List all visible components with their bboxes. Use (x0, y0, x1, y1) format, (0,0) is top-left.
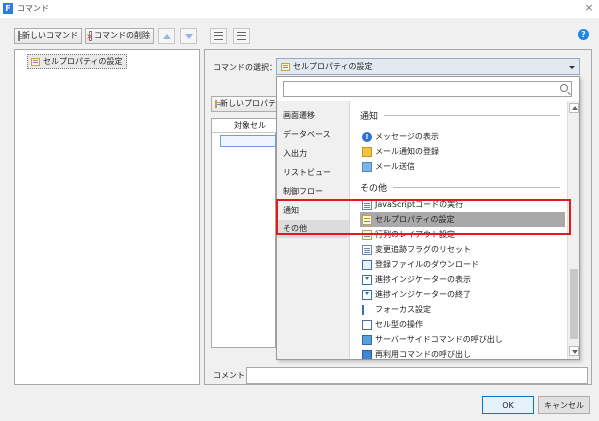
window-title: コマンド (17, 4, 49, 13)
new-command-label: 新しいコマンド (22, 31, 78, 40)
category-item[interactable]: リストビュー (277, 164, 349, 182)
app-icon: F (3, 3, 13, 14)
target-cell-input[interactable] (220, 135, 276, 147)
delete-command-label: コマンドの削除 (94, 31, 150, 40)
list-item[interactable]: サーバーサイドコマンドの呼び出し (360, 332, 565, 347)
new-command-button[interactable]: 新しいコマンド (14, 28, 82, 44)
category-item[interactable]: 画面遷移 (277, 107, 349, 125)
command-select-combo[interactable]: セルプロパティの設定 (276, 58, 580, 75)
info-icon: ! (362, 131, 372, 142)
arrow-down-icon (184, 33, 193, 39)
search-input[interactable] (283, 81, 572, 97)
new-property-icon (215, 100, 222, 108)
command-select-label: コマンドの選択： (213, 63, 277, 72)
chevron-down-icon (569, 66, 575, 69)
title-bar (0, 0, 599, 18)
delete-command-button[interactable]: コマンドの削除 (85, 28, 154, 44)
help-icon[interactable]: ? (578, 29, 589, 40)
command-tree-panel: セルプロパティの設定 (14, 49, 200, 385)
list-item[interactable]: 変更追跡フラグのリセット (360, 242, 565, 257)
close-icon[interactable]: × (582, 1, 596, 15)
comment-input[interactable] (246, 367, 588, 384)
list-item[interactable]: セル型の操作 (360, 317, 565, 332)
new-command-icon (18, 31, 26, 41)
cell-property-icon (31, 57, 40, 66)
tree-item[interactable]: セルプロパティの設定 (27, 54, 127, 69)
ok-button[interactable]: OK (482, 396, 534, 414)
indent-icon (214, 32, 223, 40)
category-item[interactable]: 入出力 (277, 145, 349, 163)
category-item[interactable]: データベース (277, 126, 349, 144)
comment-label: コメント (213, 371, 245, 380)
scroll-down-icon[interactable] (569, 346, 579, 356)
move-up-button[interactable] (158, 28, 175, 44)
highlight-box (276, 199, 571, 235)
scroll-thumb[interactable] (570, 269, 578, 339)
mail-icon (362, 146, 372, 157)
send-mail-icon (362, 161, 372, 172)
property-table: 対象セル (211, 118, 276, 348)
tree-item-label: セルプロパティの設定 (43, 57, 123, 66)
list-item[interactable]: 進捗インジケーターの終了 (360, 287, 565, 302)
delete-command-icon (86, 30, 93, 44)
list-item[interactable]: ! メッセージの表示 (360, 129, 565, 144)
hourglass-icon (362, 274, 372, 285)
list-item[interactable]: メール送信 (360, 159, 565, 174)
command-select-value: セルプロパティの設定 (293, 62, 373, 71)
list-item[interactable]: 進捗インジケーターの表示 (360, 272, 565, 287)
cell-type-icon (362, 319, 372, 330)
list-item[interactable]: メール通知の登録 (360, 144, 565, 159)
section-header: その他 (360, 181, 560, 194)
move-down-button[interactable] (180, 28, 197, 44)
reset-flag-icon (362, 244, 372, 255)
arrow-up-icon (162, 33, 171, 39)
scroll-up-icon[interactable] (569, 103, 579, 113)
reuse-command-icon (362, 349, 372, 359)
download-icon (362, 259, 372, 270)
focus-icon (362, 304, 372, 315)
cancel-button[interactable]: キャンセル (538, 396, 590, 414)
list-item[interactable]: 再利用コマンドの呼び出し (360, 347, 565, 359)
search-icon (560, 84, 568, 92)
target-cell-header: 対象セル (212, 119, 276, 133)
hourglass-icon (362, 289, 372, 300)
section-header: 通知 (360, 109, 560, 122)
new-property-button[interactable]: 新しいプロパティ (211, 96, 277, 112)
list-item[interactable]: 登録ファイルのダウンロード (360, 257, 565, 272)
list-item[interactable]: フォーカス設定 (360, 302, 565, 317)
indent-button[interactable] (210, 28, 227, 44)
outdent-button[interactable] (233, 28, 250, 44)
outdent-icon (237, 32, 246, 40)
new-property-label: 新しいプロパティ (220, 99, 276, 108)
server-icon (362, 334, 372, 345)
cell-property-icon (281, 62, 290, 71)
